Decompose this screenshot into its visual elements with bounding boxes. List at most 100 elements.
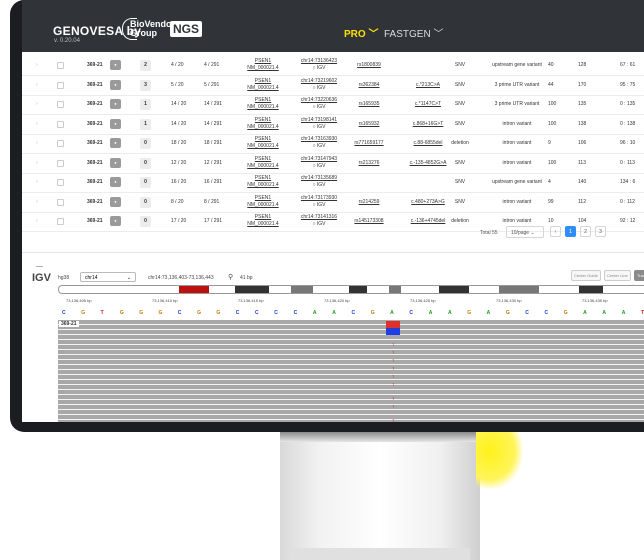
rs-link[interactable]: rs165932 <box>344 121 394 127</box>
row-action-button[interactable]: ● <box>110 118 121 129</box>
transcript-id[interactable]: NM_000021.4 <box>235 104 291 111</box>
gene-name[interactable]: PSEN1 <box>235 117 291 124</box>
transcript-id[interactable]: NM_000021.4 <box>235 65 291 72</box>
locus-link[interactable]: chr14:73147943 ○ IGV <box>288 156 350 170</box>
locus-link[interactable]: chr14:73141316 ○ IGV <box>288 214 350 228</box>
row-action-button[interactable]: ● <box>110 79 121 90</box>
expand-row-icon[interactable]: › <box>36 179 38 185</box>
prev-page-button[interactable]: ‹ <box>550 226 561 237</box>
gene-name[interactable]: PSEN1 <box>235 78 291 85</box>
gene-name[interactable]: PSEN1 <box>235 214 291 221</box>
table-row[interactable]: › 369-21 ● 0 16 / 20 16 / 291 PSEN1 NM_000021.4… <box>22 173 644 193</box>
row-checkbox[interactable] <box>57 179 64 186</box>
expand-row-icon[interactable]: › <box>36 101 38 107</box>
transcript-id[interactable]: NM_000021.4 <box>235 124 291 131</box>
locus-link[interactable]: chr14:73136423 ○ IGV <box>288 58 350 72</box>
igv-link[interactable]: ○ IGV <box>288 124 350 131</box>
transcript-id[interactable]: NM_000021.4 <box>235 182 291 189</box>
igv-link[interactable]: ○ IGV <box>288 143 350 150</box>
locus-value[interactable]: chr14:73219602 <box>288 78 350 85</box>
center-line-button[interactable]: Center Line <box>604 270 631 281</box>
row-checkbox[interactable] <box>57 101 64 108</box>
row-checkbox[interactable] <box>57 120 64 128</box>
row-action-button[interactable]: ● <box>110 177 121 187</box>
gene-name[interactable]: PSEN1 <box>235 97 291 104</box>
locus-value[interactable]: chr14:73136423 <box>288 58 350 65</box>
gene-name[interactable]: PSEN1 <box>235 58 291 65</box>
gene-link[interactable]: PSEN1 NM_000021.4 <box>235 117 291 131</box>
locus-value[interactable]: chr14:73135689 <box>288 175 350 182</box>
igv-link[interactable]: ○ IGV <box>288 163 350 170</box>
locus-input[interactable]: chr14:73,136,403-73,136,443 <box>148 275 214 281</box>
locus-link[interactable]: chr14:73135689 ○ IGV <box>288 175 350 189</box>
table-row[interactable]: › 369-21 ● 0 12 / 20 12 / 291 PSEN1 NM_000021.4… <box>22 154 644 174</box>
locus-value[interactable]: chr14:73173930 <box>288 195 350 202</box>
locus-value[interactable]: chr14:73147943 <box>288 156 350 163</box>
search-icon[interactable]: ⚲ <box>228 273 233 281</box>
page-button-3[interactable]: 3 <box>595 226 606 237</box>
locus-value[interactable]: chr14:73220636 <box>288 97 350 104</box>
gene-link[interactable]: PSEN1 NM_000021.4 <box>235 58 291 72</box>
table-row[interactable]: › 369-21 ● 1 14 / 20 14 / 291 PSEN1 NM_000021.4… <box>22 115 644 135</box>
row-action-button[interactable]: ● <box>110 216 121 226</box>
rs-link[interactable]: rs145173308 <box>344 218 394 224</box>
gene-name[interactable]: PSEN1 <box>235 156 291 163</box>
rs-link[interactable]: rs214259 <box>344 199 394 205</box>
igv-link[interactable]: ○ IGV <box>288 85 350 92</box>
row-checkbox[interactable] <box>57 159 64 167</box>
gene-link[interactable]: PSEN1 NM_000021.4 <box>235 156 291 170</box>
rs-link[interactable]: rs213276 <box>344 160 394 166</box>
gene-link[interactable]: PSEN1 NM_000021.4 <box>235 97 291 111</box>
expand-row-icon[interactable]: › <box>36 140 38 146</box>
row-checkbox[interactable] <box>57 62 64 69</box>
row-action-button[interactable]: ● <box>110 157 121 168</box>
gene-link[interactable]: PSEN1 NM_000021.4 <box>235 175 291 189</box>
gene-link[interactable]: PSEN1 NM_000021.4 <box>235 214 291 228</box>
locus-value[interactable]: chr14:73198141 <box>288 117 350 124</box>
transcript-id[interactable]: NM_000021.4 <box>235 221 291 228</box>
locus-value[interactable]: chr14:73141316 <box>288 214 350 221</box>
expand-row-icon[interactable]: › <box>36 199 38 205</box>
page-button-1[interactable]: 1 <box>565 226 576 237</box>
gene-name[interactable]: PSEN1 <box>235 136 291 143</box>
expand-row-icon[interactable]: › <box>36 62 38 68</box>
transcript-id[interactable]: NM_000021.4 <box>235 163 291 170</box>
row-action-button[interactable]: ● <box>110 196 121 207</box>
rs-link[interactable]: rs771659177 <box>344 140 394 146</box>
row-checkbox[interactable] <box>57 198 64 206</box>
rs-link[interactable]: rs362384 <box>344 82 394 88</box>
page-size-select[interactable]: 10/page ⌄ <box>506 226 544 238</box>
table-row[interactable]: › 369-21 ● 2 4 / 20 4 / 291 PSEN1 NM_000021.4 ch… <box>22 56 644 76</box>
locus-link[interactable]: chr14:73198141 ○ IGV <box>288 117 350 131</box>
expand-row-icon[interactable]: › <box>36 121 38 127</box>
transcript-id[interactable]: NM_000021.4 <box>235 143 291 150</box>
table-row[interactable]: › 369-21 ● 1 14 / 20 14 / 291 PSEN1 NM_000021.4… <box>22 95 644 115</box>
expand-row-icon[interactable]: › <box>36 218 38 224</box>
locus-link[interactable]: chr14:73220636 ○ IGV <box>288 97 350 111</box>
collapse-icon[interactable]: — <box>36 263 43 270</box>
track-labels-button[interactable]: Track Labels <box>634 270 644 287</box>
center-guide-button[interactable]: Center Guide <box>571 270 601 281</box>
row-action-button[interactable]: ● <box>110 138 121 148</box>
gene-link[interactable]: PSEN1 NM_000021.4 <box>235 195 291 209</box>
locus-value[interactable]: chr14:73163930 <box>288 136 350 143</box>
igv-link[interactable]: ○ IGV <box>288 221 350 228</box>
rs-link[interactable]: rs1800839 <box>344 62 394 68</box>
row-checkbox[interactable] <box>57 81 64 89</box>
table-row[interactable]: › 369-21 ● 0 18 / 20 18 / 291 PSEN1 NM_000021.4… <box>22 134 644 154</box>
nav-pro[interactable]: PRO ﹀ <box>344 25 378 40</box>
chromosome-select[interactable]: chr14 ⌄ <box>80 272 136 282</box>
transcript-id[interactable]: NM_000021.4 <box>235 202 291 209</box>
row-action-button[interactable]: ● <box>110 60 121 70</box>
transcript-id[interactable]: NM_000021.4 <box>235 85 291 92</box>
gene-name[interactable]: PSEN1 <box>235 195 291 202</box>
page-button-2[interactable]: 2 <box>580 226 591 237</box>
gene-link[interactable]: PSEN1 NM_000021.4 <box>235 78 291 92</box>
locus-link[interactable]: chr14:73219602 ○ IGV <box>288 78 350 92</box>
nav-fastgen[interactable]: FASTGEN ﹀ <box>384 25 443 40</box>
row-checkbox[interactable] <box>57 140 64 147</box>
rs-link[interactable]: rs165935 <box>344 101 394 107</box>
row-action-button[interactable]: ● <box>110 99 121 109</box>
igv-link[interactable]: ○ IGV <box>288 182 350 189</box>
igv-link[interactable]: ○ IGV <box>288 104 350 111</box>
